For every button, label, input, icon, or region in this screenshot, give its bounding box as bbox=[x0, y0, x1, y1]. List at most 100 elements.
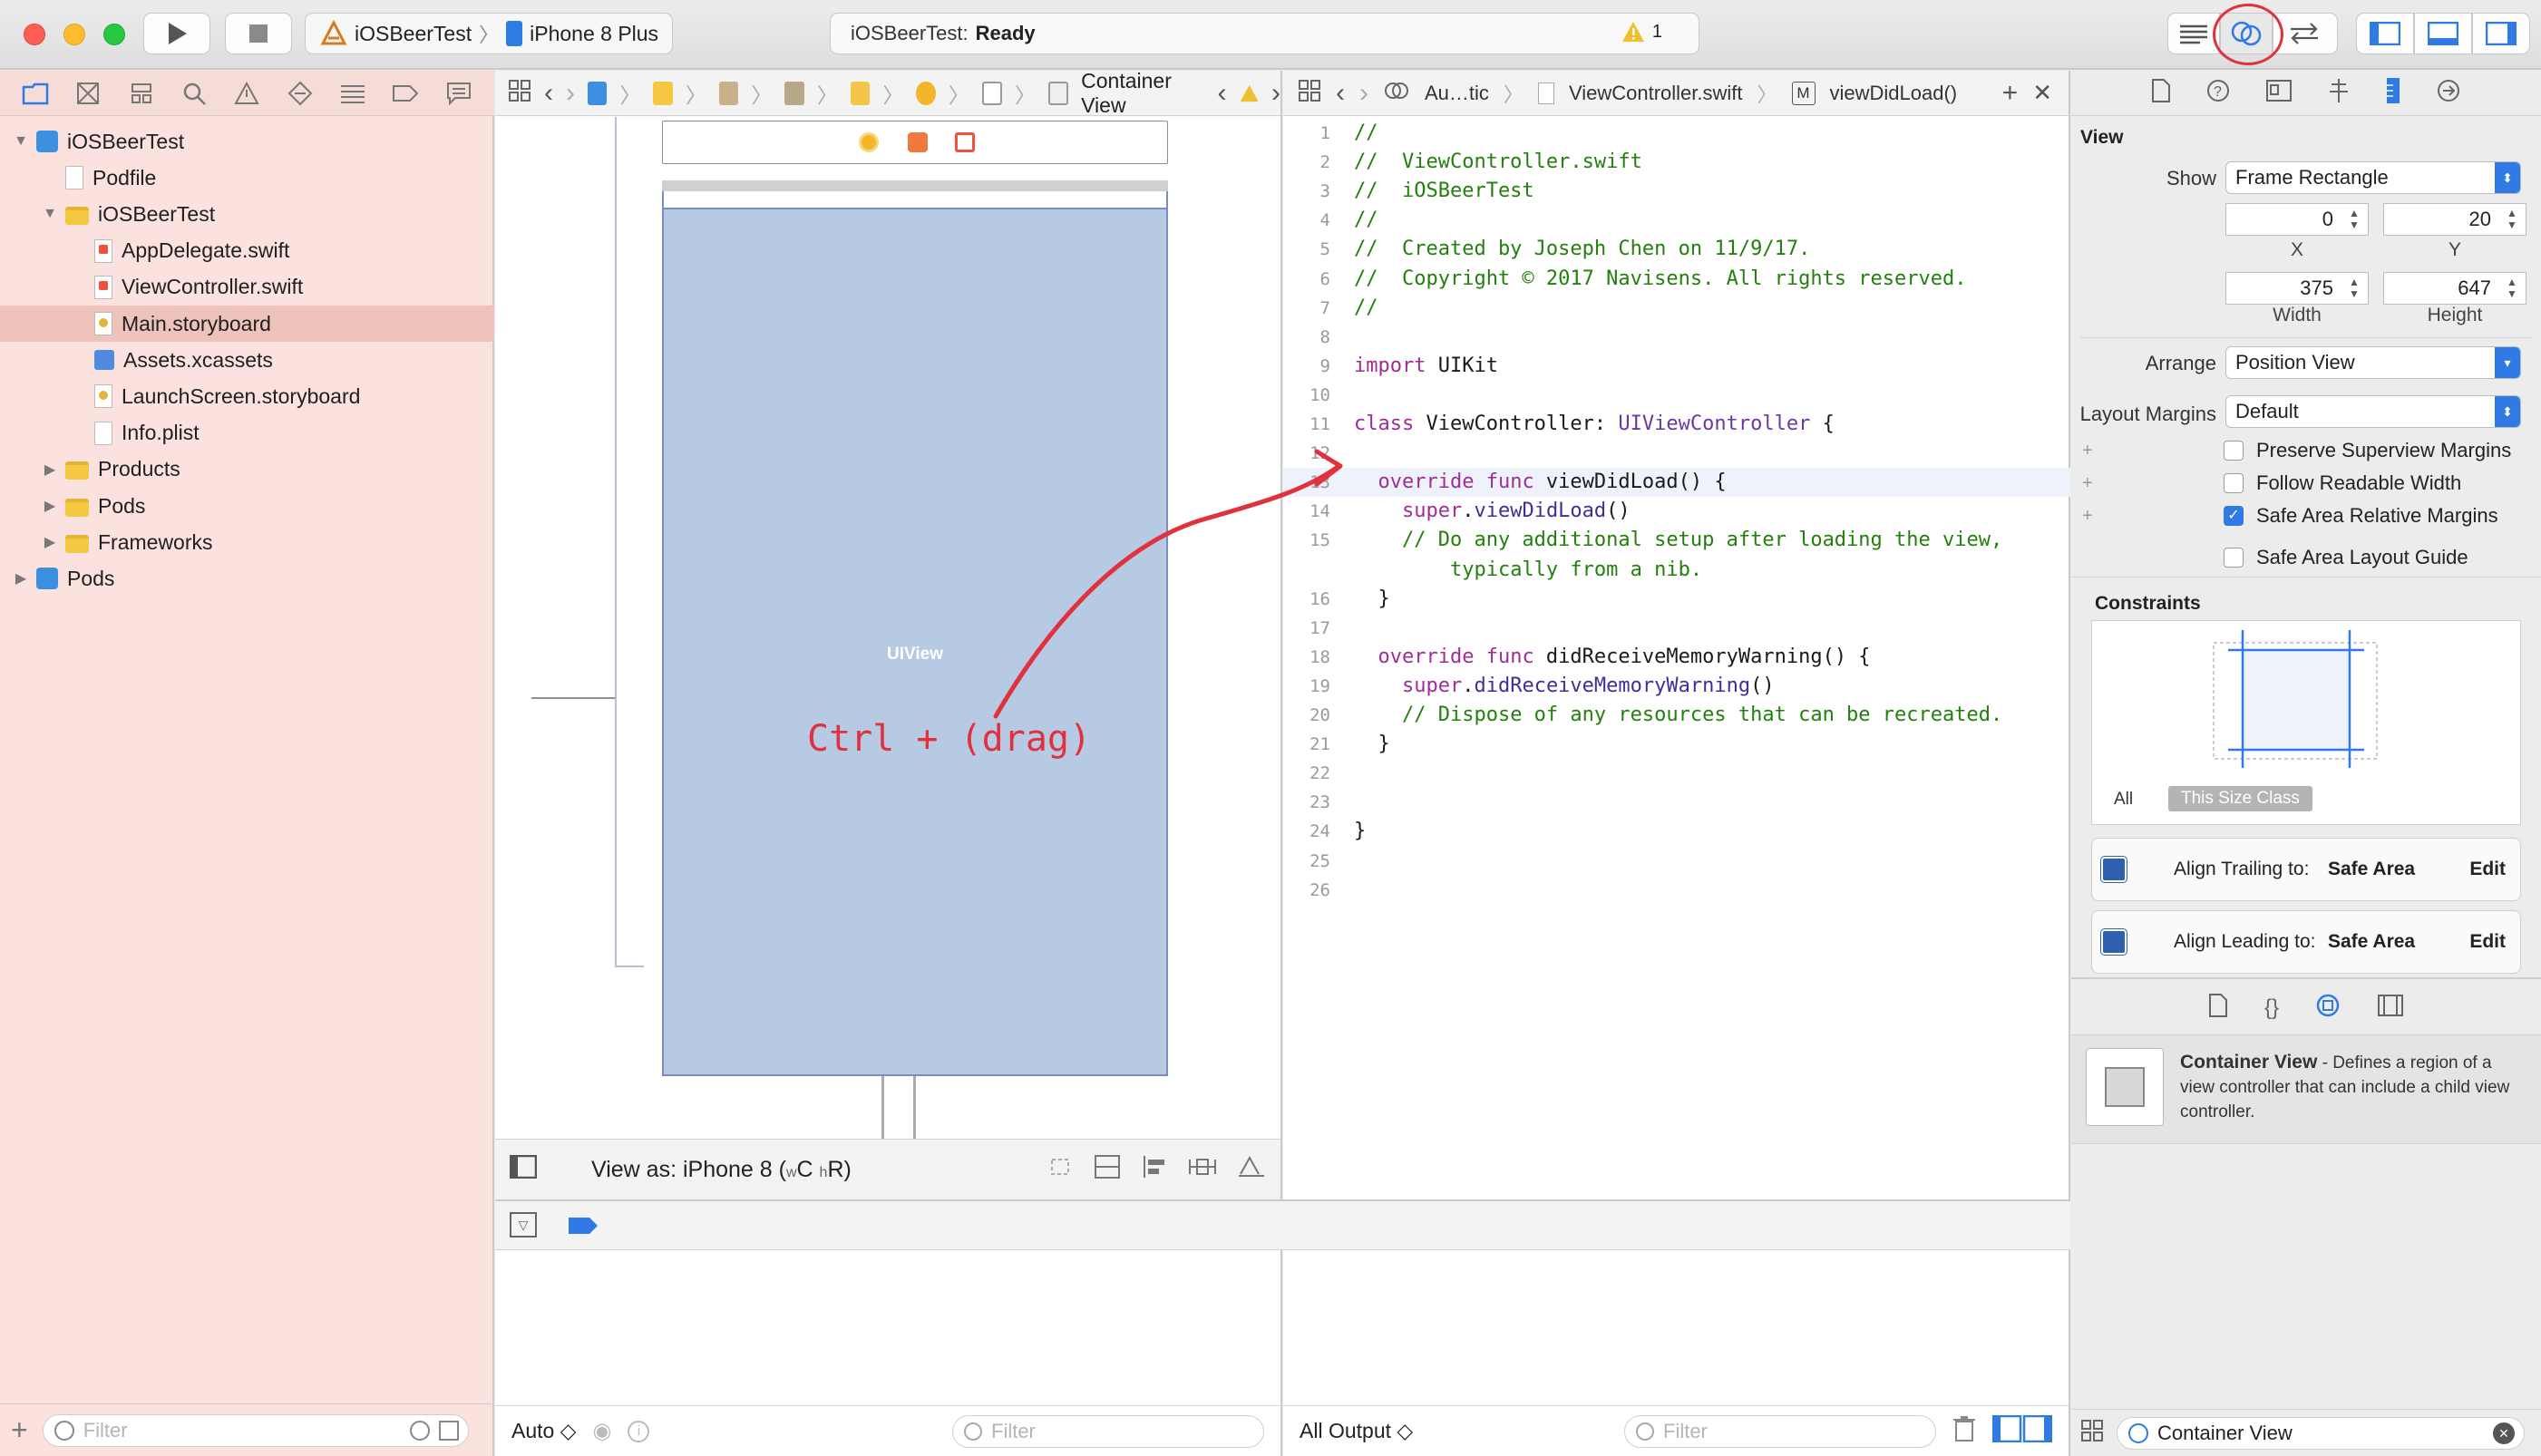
resolve-issues-icon[interactable] bbox=[1237, 1154, 1266, 1186]
zoom-window-button[interactable] bbox=[103, 24, 125, 45]
breakpoint-navigator-tab-icon[interactable] bbox=[388, 76, 423, 111]
view-as-label[interactable]: View as: iPhone 8 (wC hR) bbox=[591, 1157, 852, 1183]
code-line[interactable]: 25 bbox=[1283, 847, 2070, 876]
code-line[interactable]: 14 super.viewDidLoad() bbox=[1283, 497, 2070, 526]
x-stepper[interactable]: ▲ ▼ bbox=[2344, 208, 2364, 231]
navigator-item[interactable]: ▼ iOSBeerTest bbox=[0, 196, 494, 232]
back-chevron-icon[interactable]: ‹ bbox=[1336, 78, 1345, 109]
constraint-edit-button[interactable]: Edit bbox=[2469, 859, 2506, 880]
next-issue-chevron-icon[interactable]: › bbox=[1271, 78, 1280, 109]
run-button[interactable] bbox=[143, 13, 210, 54]
warning-badge[interactable]: 1 bbox=[1621, 21, 1662, 43]
navigator-item[interactable]: ▼ iOSBeerTest bbox=[0, 123, 494, 160]
document-outline-toggle-icon[interactable] bbox=[509, 1154, 538, 1185]
disclosure-triangle-icon[interactable]: ▶ bbox=[13, 569, 29, 587]
add-file-icon[interactable]: + bbox=[11, 1413, 28, 1447]
checkbox-row[interactable]: + Follow Readable Width bbox=[2071, 468, 2541, 499]
related-items-icon[interactable] bbox=[1298, 79, 1321, 108]
show-popup[interactable]: Frame Rectangle ⬍ bbox=[2225, 161, 2521, 194]
constraints-all-segment[interactable]: All bbox=[2114, 790, 2133, 810]
prev-issue-chevron-icon[interactable]: ‹ bbox=[1218, 78, 1227, 109]
folder-icon[interactable] bbox=[653, 81, 673, 105]
trash-icon[interactable] bbox=[1952, 1415, 1976, 1448]
navigator-item[interactable]: Podfile bbox=[0, 160, 494, 196]
code-line[interactable]: 18 override func didReceiveMemoryWarning… bbox=[1283, 643, 2070, 672]
grid-view-toggle-icon[interactable] bbox=[2080, 1419, 2104, 1447]
layout-margins-popup[interactable]: Default ⬍ bbox=[2225, 395, 2521, 428]
navigator-item[interactable]: AppDelegate.swift bbox=[0, 233, 494, 269]
back-chevron-icon[interactable]: ‹ bbox=[544, 78, 553, 109]
first-responder-dock-icon[interactable] bbox=[908, 132, 928, 152]
height-stepper[interactable]: ▲ ▼ bbox=[2502, 277, 2522, 300]
scene-icon[interactable] bbox=[850, 81, 871, 105]
y-stepper[interactable]: ▲ ▼ bbox=[2502, 208, 2522, 231]
navigator-item[interactable]: ▶ Products bbox=[0, 451, 494, 488]
height-field[interactable]: 647 ▲ ▼ bbox=[2383, 272, 2526, 305]
variables-scope-selector[interactable]: Auto ◇ bbox=[511, 1419, 576, 1443]
scene-dock[interactable] bbox=[662, 121, 1168, 164]
code-line[interactable]: 21 } bbox=[1283, 730, 2070, 759]
project-icon[interactable] bbox=[588, 81, 608, 105]
container-uiview[interactable]: UIView bbox=[662, 208, 1168, 1076]
width-field[interactable]: 375 ▲ ▼ bbox=[2225, 272, 2369, 305]
code-line[interactable]: 17 bbox=[1283, 614, 2070, 643]
add-variation-icon[interactable]: + bbox=[2082, 441, 2093, 461]
code-line[interactable]: 4 // bbox=[1283, 206, 2070, 235]
code-line[interactable]: typically from a nib. bbox=[1283, 556, 2070, 585]
code-line[interactable]: 22 bbox=[1283, 759, 2070, 788]
code-line[interactable]: 16 } bbox=[1283, 585, 2070, 614]
info-icon[interactable]: i bbox=[628, 1420, 650, 1442]
storyboard-base-icon[interactable] bbox=[784, 81, 804, 105]
add-variation-icon[interactable]: + bbox=[2082, 473, 2093, 494]
code-area[interactable]: 1 // 2 // ViewController.swift 3 // iOSBeerTe… bbox=[1283, 117, 2070, 1199]
size-inspector-tab-icon[interactable] bbox=[2385, 76, 2401, 110]
code-line[interactable]: 19 super.didReceiveMemoryWarning() bbox=[1283, 672, 2070, 701]
issue-navigator-tab-icon[interactable] bbox=[229, 76, 264, 111]
code-line[interactable]: 15 // Do any additional setup after load… bbox=[1283, 526, 2070, 555]
align-icon[interactable] bbox=[1141, 1154, 1168, 1186]
constraint-edit-button[interactable]: Edit bbox=[2469, 931, 2506, 953]
library-filter-field[interactable]: Container View ✕ bbox=[2117, 1416, 2525, 1450]
automatic-mode-icon[interactable] bbox=[1383, 79, 1410, 108]
automatic-mode-label[interactable]: Au…tic bbox=[1425, 82, 1489, 105]
disclosure-triangle-icon[interactable]: ▶ bbox=[42, 497, 58, 515]
arrange-popup[interactable]: Position View ▾ bbox=[2225, 346, 2521, 379]
code-line[interactable]: 7 // bbox=[1283, 294, 2070, 323]
view-controller-dock-icon[interactable] bbox=[859, 132, 879, 152]
add-variation-icon[interactable]: + bbox=[2082, 506, 2093, 527]
find-navigator-tab-icon[interactable] bbox=[177, 76, 211, 111]
navigator-item[interactable]: Info.plist bbox=[0, 415, 494, 451]
constraints-size-class-segment[interactable]: This Size Class bbox=[2168, 786, 2312, 811]
quick-look-icon[interactable]: ◉ bbox=[592, 1418, 611, 1444]
report-navigator-tab-icon[interactable] bbox=[442, 76, 476, 111]
checkbox[interactable] bbox=[2224, 548, 2244, 568]
file-inspector-tab-icon[interactable] bbox=[2151, 78, 2171, 108]
y-field[interactable]: 20 ▲ ▼ bbox=[2383, 203, 2526, 236]
container-view-icon[interactable] bbox=[1047, 81, 1069, 105]
identity-inspector-tab-icon[interactable] bbox=[2265, 79, 2293, 107]
close-window-button[interactable] bbox=[24, 24, 45, 45]
checkbox-row[interactable]: + Preserve Superview Margins bbox=[2071, 435, 2541, 466]
debug-navigator-tab-icon[interactable] bbox=[336, 76, 370, 111]
console-filter-field[interactable]: Filter bbox=[1624, 1414, 1936, 1448]
checkbox[interactable]: ✓ bbox=[2224, 506, 2244, 526]
code-line[interactable]: 1 // bbox=[1283, 119, 2070, 148]
toggle-navigator-button[interactable] bbox=[2356, 13, 2414, 54]
variables-filter-field[interactable]: Filter bbox=[952, 1414, 1264, 1448]
toggle-utilities-button[interactable] bbox=[2472, 13, 2530, 54]
navigator-filter-field[interactable]: Filter bbox=[42, 1413, 469, 1447]
related-items-icon[interactable] bbox=[508, 79, 531, 108]
constraints-box[interactable]: All This Size Class bbox=[2091, 620, 2521, 825]
disclosure-triangle-icon[interactable]: ▶ bbox=[42, 533, 58, 551]
update-frames-icon[interactable] bbox=[1047, 1154, 1074, 1186]
code-line[interactable]: 23 bbox=[1283, 788, 2070, 817]
code-snippet-library-icon[interactable]: {} bbox=[2264, 995, 2279, 1021]
navigator-item[interactable]: ViewController.swift bbox=[0, 269, 494, 306]
source-control-tab-icon[interactable] bbox=[71, 76, 105, 111]
breakpoints-toggle-icon[interactable] bbox=[568, 1217, 599, 1239]
checkbox-row[interactable]: + ✓ Safe Area Relative Margins bbox=[2071, 500, 2541, 531]
jumpbar-method[interactable]: viewDidLoad() bbox=[1830, 82, 1958, 105]
view-controller-icon[interactable] bbox=[916, 81, 936, 105]
navigator-item[interactable]: ▶ Pods bbox=[0, 560, 494, 597]
project-navigator-tab-icon[interactable] bbox=[18, 76, 53, 111]
